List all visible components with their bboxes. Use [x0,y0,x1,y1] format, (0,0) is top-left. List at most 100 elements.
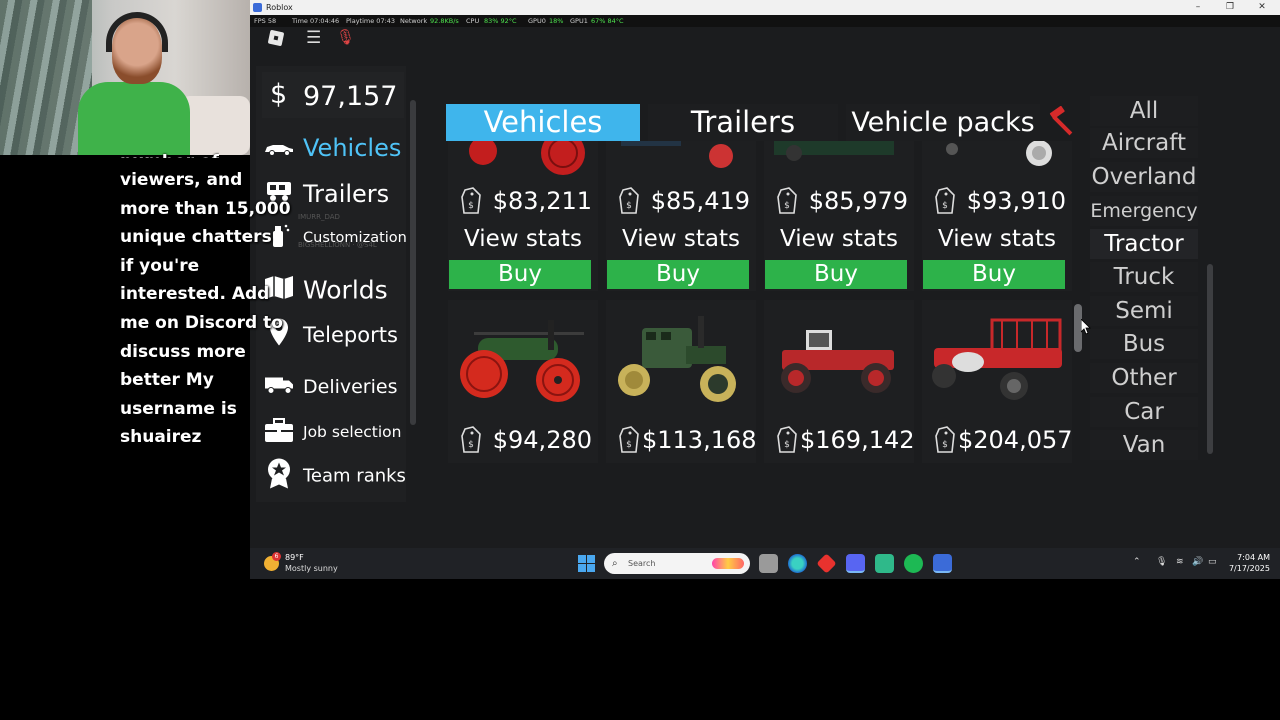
sidebar-item-label: Job selection [303,423,402,441]
price-tag-icon: $ [935,426,955,453]
weather-description[interactable]: Mostly sunny [285,564,338,573]
buy-button[interactable]: Buy [765,260,907,289]
vehicle-card: $ $85,979 View stats Buy [764,141,914,291]
price-tag-icon: $ [777,426,797,453]
svg-text:$: $ [626,440,632,450]
category-truck[interactable]: Truck [1090,262,1198,292]
view-stats-button[interactable]: View stats [764,223,914,255]
svg-text:$: $ [626,201,632,211]
category-van[interactable]: Van [1090,430,1198,460]
tab-vehicles[interactable]: Vehicles [446,104,640,141]
minimize-button[interactable]: – [1188,0,1208,15]
price-row: $ $93,910 [922,181,1072,221]
sidebar-item-label: Deliveries [303,376,398,398]
star-badge-icon [262,458,296,495]
price-tag-icon: $ [777,187,797,214]
window-title: Roblox [266,3,293,12]
screen: Roblox – ❐ ✕ FPS 58 Time 07:04:46 Playti… [0,0,1280,720]
sidebar-item-team-ranks[interactable]: Team ranks [258,456,406,496]
vehicle-price: $204,057 [958,426,1073,454]
svg-text:$: $ [942,440,948,450]
vehicle-price: $83,211 [492,187,592,215]
close-button[interactable]: ✕ [1252,0,1272,15]
hammer-icon [1049,106,1073,136]
category-overland[interactable]: Overland [1090,162,1198,192]
edge-browser-icon[interactable] [788,554,807,573]
gpu1-readout: 67% 84°C [591,17,624,25]
fps-readout: FPS 58 [254,17,277,25]
tab-trailers[interactable]: Trailers [648,104,838,141]
price-row: $ $83,211 [448,181,598,221]
maximize-button[interactable]: ❐ [1220,0,1240,15]
gpu0-readout: 18% [549,17,564,25]
view-stats-button[interactable]: View stats [448,223,598,255]
microphone-muted-icon[interactable]: 🎙 [336,28,355,46]
chat-line: discuss more [120,341,246,362]
svg-text:$: $ [784,440,790,450]
vehicle-price: $85,419 [650,187,750,215]
category-tractor[interactable]: Tractor [1090,229,1198,259]
vehicle-card: $ $169,142 [764,300,915,463]
chat-line: viewers, and [120,170,243,190]
sidebar-item-label: Vehicles [303,134,402,162]
volume-icon[interactable]: 🔊 [1192,557,1203,567]
buy-button[interactable]: Buy [449,260,591,289]
category-emergency[interactable]: Emergency [1090,196,1198,226]
view-stats-button[interactable]: View stats [922,223,1072,255]
windows-taskbar: 6 89°F Mostly sunny ⌕ Search ⌃ 🎙 ≋ 🔊 ▭ 7… [250,548,1280,579]
sidebar-item-vehicles[interactable]: Vehicles [258,128,406,168]
chat-line: unique chatters [120,227,272,248]
category-car[interactable]: Car [1090,397,1198,427]
wifi-icon[interactable]: ≋ [1176,557,1184,567]
steam-tractor-thumbnail [460,320,584,402]
spotify-icon[interactable] [904,554,923,573]
tray-microphone-icon[interactable]: 🎙 [1156,557,1167,567]
vehicle-price: $94,280 [492,426,592,454]
vehicle-card: $ $83,211 View stats Buy [448,141,598,291]
time-readout: Time 07:04:46 [292,17,340,25]
webcam-streamer-shirt [78,82,190,155]
gpu1-label: GPU1 [570,17,588,25]
windows-start-icon[interactable] [578,555,595,572]
roblox-taskbar-icon[interactable] [933,554,952,573]
weather-badge: 6 [272,552,281,561]
category-scrollbar[interactable] [1207,264,1213,454]
search-placeholder: Search [628,559,656,568]
category-aircraft[interactable]: Aircraft [1090,128,1198,158]
price-row: $ $85,979 [764,181,914,221]
category-other[interactable]: Other [1090,363,1198,393]
roblox-app-icon [253,3,262,12]
cpu-readout: 83% 92°C [484,17,517,25]
sidebar-item-label: Team ranks [303,465,406,487]
hamburger-menu-icon[interactable]: ☰ [306,28,321,48]
svg-text:$: $ [784,201,790,211]
system-clock[interactable]: 7:04 AM 7/17/2025 [1229,552,1270,574]
task-view-icon[interactable] [759,554,778,573]
red-app-icon[interactable] [816,553,837,574]
window-titlebar: Roblox – ❐ ✕ [250,0,1280,15]
tab-vehicle-packs[interactable]: Vehicle packs [846,104,1040,141]
vehicle-card: $ $113,168 [606,300,757,463]
sidebar-scrollbar[interactable] [410,100,416,425]
money-balance: 97,157 [303,81,398,112]
network-readout: 92.8KB/s [430,17,459,25]
weather-temperature[interactable]: 89°F [285,553,304,562]
roblox-menu-icon[interactable] [267,29,285,47]
view-stats-button[interactable]: View stats [606,223,756,255]
category-semi[interactable]: Semi [1090,296,1198,326]
price-row: $ $94,280 [448,420,598,460]
buy-button[interactable]: Buy [607,260,749,289]
performance-overlay: FPS 58 Time 07:04:46 Playtime 07:43 Netw… [250,15,1280,27]
vehicle-grid: $ $83,211 View stats Buy $ $85,419 View … [440,141,1080,463]
tray-overflow-icon[interactable]: ⌃ [1133,557,1141,567]
category-all[interactable]: All [1090,96,1198,126]
taskbar-search-box[interactable]: ⌕ Search [604,553,750,574]
category-bus[interactable]: Bus [1090,329,1198,359]
chat-line: me on Discord to [120,312,283,333]
battery-icon[interactable]: ▭ [1208,557,1217,567]
discord-icon[interactable] [846,554,865,573]
sidebar-item-label: Trailers [303,180,390,208]
buy-button[interactable]: Buy [923,260,1065,289]
red-cage-tractor-thumbnail [932,318,1062,400]
chat-app-icon[interactable] [875,554,894,573]
